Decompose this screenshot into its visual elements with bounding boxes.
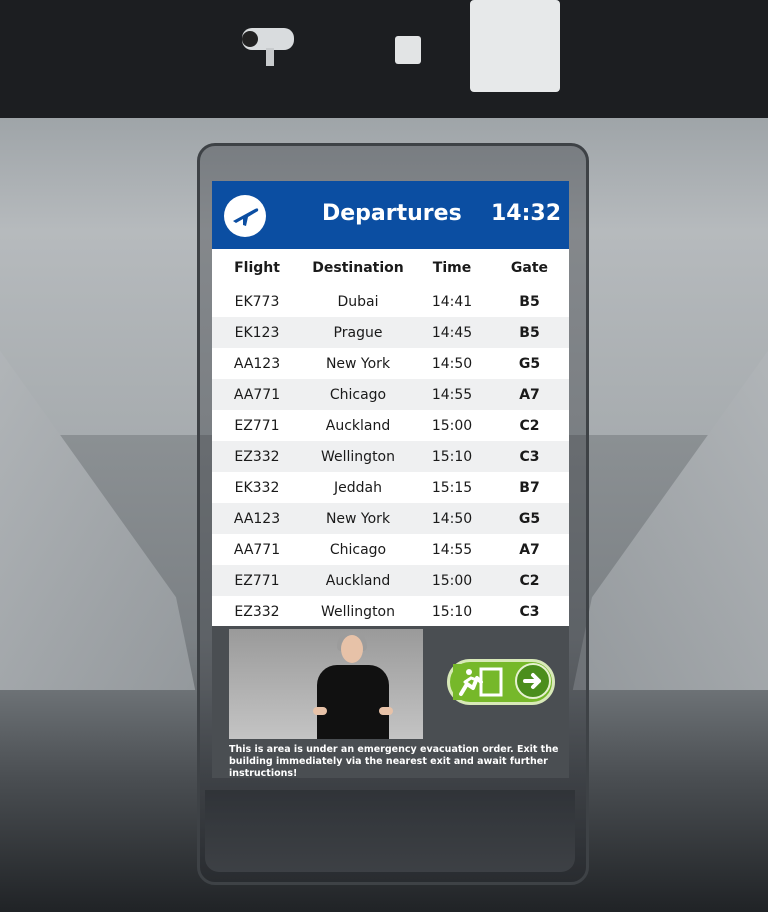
junction-box (395, 36, 421, 64)
table-row: EZ332 Wellington 15:10 C3 (212, 596, 569, 627)
airport-scene: Departures 14:32 Flight Destination Time… (0, 0, 768, 912)
departure-time: 14:55 (431, 541, 473, 558)
column-header-flight: Flight (234, 259, 280, 276)
departures-screen: Departures 14:32 Flight Destination Time… (212, 181, 569, 778)
ceiling-light-fixture (470, 0, 560, 92)
destination: Chicago (329, 541, 387, 558)
table-row: EZ332 Wellington 15:10 C3 (212, 441, 569, 472)
destination: Chicago (329, 386, 387, 403)
interpreter-hand-right (379, 707, 393, 715)
departure-time: 14:50 (431, 355, 473, 372)
airplane-icon (224, 195, 266, 237)
emergency-exit-icon (453, 664, 505, 700)
arrow-right-icon (515, 663, 551, 699)
gate: G5 (518, 510, 541, 527)
table-row: EK773 Dubai 14:41 B5 (212, 286, 569, 317)
board-title: Departures (322, 201, 462, 226)
destination: Wellington (321, 603, 395, 620)
column-header-destination: Destination (312, 259, 404, 276)
table-row: AA771 Chicago 14:55 A7 (212, 379, 569, 410)
table-row: AA123 New York 14:50 G5 (212, 503, 569, 534)
gate: C3 (519, 603, 540, 620)
table-row: EZ771 Auckland 15:00 C2 (212, 410, 569, 441)
table-row: EZ771 Auckland 15:00 C2 (212, 565, 569, 596)
destination: New York (325, 355, 391, 372)
gate: A7 (519, 541, 540, 558)
column-header-gate: Gate (510, 259, 549, 276)
departure-time: 15:10 (431, 448, 473, 465)
gate: B5 (519, 324, 540, 341)
exit-sign (447, 659, 555, 705)
gate: G5 (518, 355, 541, 372)
emergency-panel: This is area is under an emergency evacu… (212, 626, 569, 778)
departure-time: 15:15 (431, 479, 473, 496)
flight-number: EZ771 (234, 572, 280, 589)
current-time: 14:32 (490, 201, 561, 226)
departure-time: 14:50 (431, 510, 473, 527)
gate: B5 (519, 293, 540, 310)
table-row: AA771 Chicago 14:55 A7 (212, 534, 569, 565)
ceiling-cables (0, 0, 768, 118)
table-row: EK332 Jeddah 15:15 B7 (212, 472, 569, 503)
destination: Dubai (337, 293, 379, 310)
sign-language-video (229, 629, 423, 739)
interpreter-body (317, 665, 389, 739)
interpreter-head (341, 635, 363, 663)
departure-time: 15:00 (431, 417, 473, 434)
departure-time: 14:41 (431, 293, 473, 310)
security-camera-icon (242, 28, 294, 66)
departure-time: 14:45 (431, 324, 473, 341)
gate: A7 (519, 386, 540, 403)
departure-time: 15:10 (431, 603, 473, 620)
interpreter-hand-left (313, 707, 327, 715)
gate: C2 (519, 572, 540, 589)
gate: C2 (519, 417, 540, 434)
departure-time: 14:55 (431, 386, 473, 403)
departure-time: 15:00 (431, 572, 473, 589)
flight-number: EK332 (234, 479, 280, 496)
column-header-time: Time (432, 259, 472, 276)
table-row: AA123 New York 14:50 G5 (212, 348, 569, 379)
destination: Prague (333, 324, 383, 341)
gate: C3 (519, 448, 540, 465)
destination: New York (325, 510, 391, 527)
flight-number: EZ771 (234, 417, 280, 434)
flight-number: EZ332 (234, 603, 280, 620)
board-header: Departures 14:32 (212, 181, 569, 249)
destination: Jeddah (334, 479, 382, 496)
flight-number: EK123 (234, 324, 280, 341)
flight-number: EZ332 (234, 448, 280, 465)
departures-table: Flight Destination Time Gate EK773 Dubai… (212, 249, 569, 627)
destination: Auckland (325, 417, 391, 434)
flight-number: AA771 (233, 386, 281, 403)
destination: Wellington (321, 448, 395, 465)
gate: B7 (519, 479, 540, 496)
destination: Auckland (325, 572, 391, 589)
flight-number: AA123 (233, 510, 281, 527)
evacuation-message: This is area is under an emergency evacu… (229, 744, 559, 778)
flight-number: EK773 (234, 293, 280, 310)
table-row: EK123 Prague 14:45 B5 (212, 317, 569, 348)
table-header-row: Flight Destination Time Gate (212, 249, 569, 286)
flight-number: AA123 (233, 355, 281, 372)
flight-number: AA771 (233, 541, 281, 558)
